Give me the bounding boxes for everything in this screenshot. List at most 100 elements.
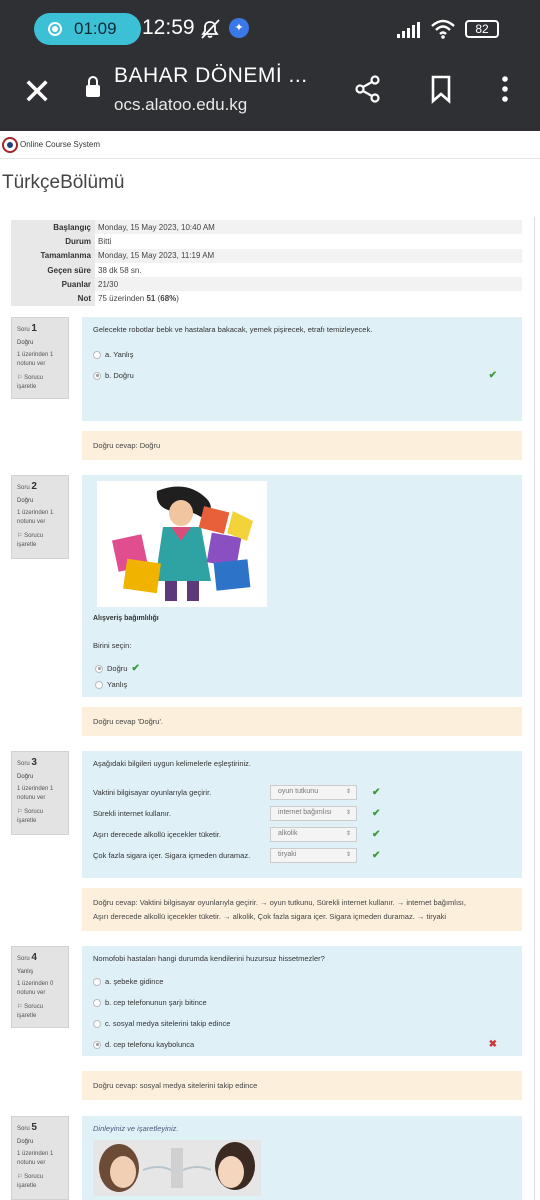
answer-option[interactable]: Yanlış	[95, 680, 127, 689]
summary-label: Puanlar	[11, 277, 95, 292]
flag-question-link[interactable]: ⚐ Sorucu işaretle	[17, 1173, 63, 1191]
match-select[interactable]: tiryaki ⇕	[270, 848, 357, 863]
question-info-3: Soru 3 Doğru 1 üzerinden 1 notunu ver ⚐ …	[11, 751, 69, 835]
flag-question-link[interactable]: ⚐ Sorucu işaretle	[17, 808, 63, 826]
answer-option[interactable]: d. cep telefonu kaybolunca ✖	[93, 1039, 511, 1050]
recording-time: 01:09	[74, 19, 117, 38]
share-icon[interactable]	[353, 74, 383, 104]
question-state: Yanlış	[17, 969, 34, 975]
summary-row: Not 75 üzerinden 51 (68%)	[11, 291, 522, 306]
match-stem: Vaktini bilgisayar oyunlarıyla geçirir.	[93, 788, 212, 797]
question-state: Doğru	[17, 498, 34, 504]
flag-icon: ⚐	[17, 809, 23, 815]
question-box-5: Dinleyiniz ve işaretleyiniz.	[82, 1116, 522, 1200]
mute-icon	[201, 19, 220, 39]
question-info-4: Soru 4 Yanlış 1 üzerinden 0 notunu ver ⚐…	[11, 946, 69, 1028]
flag-question-link[interactable]: ⚐ Sorucu işaretle	[17, 1003, 63, 1021]
summary-value: Bitti	[98, 236, 112, 246]
summary-value: 21/30	[98, 279, 119, 289]
question-info-5: Soru 5 Doğru 1 üzerinden 1 notunu ver ⚐ …	[11, 1116, 69, 1200]
question-box-3: Aşağıdaki bilgileri uygun kelimelerle eş…	[82, 751, 522, 878]
attempt-summary-table: Başlangıç Monday, 15 May 2023, 10:40 AM D…	[11, 220, 522, 306]
lock-icon[interactable]	[86, 76, 100, 98]
summary-value: Monday, 15 May 2023, 10:40 AM	[98, 222, 215, 232]
more-icon[interactable]	[490, 74, 520, 104]
summary-value: 75 üzerinden 51 (68%)	[98, 294, 179, 304]
question-info-1: Soru 1 Doğru 1 üzerinden 1 notunu ver ⚐ …	[11, 317, 69, 399]
shopping-addiction-image	[97, 481, 267, 607]
question-text: Dinleyiniz ve işaretleyiniz.	[93, 1124, 179, 1133]
check-icon: ✔	[372, 808, 381, 819]
listening-image	[93, 1140, 261, 1196]
question-text: Gelecekte robotlar bebk ve hastalara bak…	[93, 325, 373, 334]
battery-icon: 82	[465, 20, 499, 38]
app-badge-icon: ✦	[229, 18, 249, 38]
radio-button[interactable]	[93, 977, 101, 986]
close-icon[interactable]: ✕	[22, 74, 52, 110]
url-host[interactable]: ocs.alatoo.edu.kg	[114, 95, 247, 115]
bookmark-icon[interactable]	[426, 74, 456, 104]
signal-icon	[397, 22, 420, 38]
flag-icon: ⚐	[17, 1174, 23, 1180]
radio-button[interactable]	[93, 1019, 101, 1028]
answer-option[interactable]: a. şebeke gidince	[93, 977, 511, 986]
question-grade: 1 üzerinden 1 notunu ver	[17, 786, 54, 801]
radio-button[interactable]	[95, 680, 103, 689]
question-state: Doğru	[17, 340, 34, 346]
summary-label: Not	[11, 291, 95, 306]
radio-button[interactable]	[95, 664, 103, 673]
match-row: Aşırı derecede alkollü içecekler tüketir…	[93, 824, 511, 845]
match-select[interactable]: alkolik ⇕	[270, 827, 357, 842]
course-title: TürkçeBölümü	[2, 172, 125, 193]
screen-record-indicator[interactable]: 01:09	[34, 13, 141, 45]
flag-icon: ⚐	[17, 1004, 23, 1010]
site-logo[interactable]	[2, 136, 18, 153]
question-box-4: Nomofobi hastaları hangi durumda kendile…	[82, 946, 522, 1056]
summary-row: Tamamlanma Monday, 15 May 2023, 11:19 AM	[11, 248, 522, 263]
radio-button[interactable]	[93, 1040, 101, 1049]
summary-row: Puanlar 21/30	[11, 277, 522, 292]
correct-answer-feedback-1: Doğru cevap: Doğru	[82, 431, 522, 460]
wifi-icon	[431, 19, 455, 39]
answer-option[interactable]: c. sosyal medya sitelerini takip edince	[93, 1019, 511, 1028]
page-content: Online Course System TürkçeBölümü Başlan…	[0, 131, 540, 1200]
summary-row: Durum Bitti	[11, 234, 522, 249]
summary-value: Monday, 15 May 2023, 11:19 AM	[98, 251, 215, 261]
summary-label: Başlangıç	[11, 220, 95, 235]
flag-question-link[interactable]: ⚐ Sorucu işaretle	[17, 532, 63, 550]
record-icon	[48, 22, 62, 36]
summary-value: 38 dk 58 sn.	[98, 265, 142, 275]
flag-icon: ⚐	[17, 375, 23, 381]
match-row: Çok fazla sigara içer. Sigara içmeden du…	[93, 845, 511, 866]
radio-button[interactable]	[93, 350, 101, 359]
answer-option[interactable]: b. Doğru ✔	[93, 370, 511, 381]
match-select[interactable]: internet bağımlısı ⇕	[270, 806, 357, 821]
match-select[interactable]: oyun tutkunu ⇕	[270, 785, 357, 800]
answer-option[interactable]: Doğru ✔	[95, 663, 140, 674]
match-stem: Sürekli internet kullanır.	[93, 809, 171, 818]
choose-prompt: Birini seçin:	[93, 641, 132, 650]
image-caption: Alışveriş bağımlılığı	[93, 615, 159, 622]
browser-toolbar: ✕ BAHAR DÖNEMİ ... ocs.alatoo.edu.kg	[0, 60, 540, 131]
page-title[interactable]: BAHAR DÖNEMİ ...	[114, 64, 308, 88]
clock: 12:59	[142, 16, 195, 39]
match-stem: Çok fazla sigara içer. Sigara içmeden du…	[93, 851, 251, 860]
question-grade: 1 üzerinden 0 notunu ver	[17, 981, 54, 996]
radio-button[interactable]	[93, 371, 101, 380]
flag-icon: ⚐	[17, 533, 23, 539]
radio-button[interactable]	[93, 998, 101, 1007]
summary-label: Tamamlanma	[11, 248, 95, 263]
question-box-2: Alışveriş bağımlılığı Birini seçin: Doğr…	[82, 475, 522, 697]
correct-answer-feedback-2: Doğru cevap 'Doğru'.	[82, 707, 522, 736]
summary-label: Durum	[11, 234, 95, 249]
check-icon: ✔	[372, 787, 381, 798]
site-header: Online Course System	[0, 131, 540, 159]
site-name[interactable]: Online Course System	[20, 140, 100, 149]
answer-option[interactable]: b. cep telefonunun şarjı bitince	[93, 998, 511, 1007]
question-state: Doğru	[17, 1139, 34, 1145]
answer-option[interactable]: a. Yanlış	[93, 350, 511, 359]
quiz-review: Başlangıç Monday, 15 May 2023, 10:40 AM D…	[0, 217, 535, 1200]
flag-question-link[interactable]: ⚐ Sorucu işaretle	[17, 374, 63, 392]
match-row: Vaktini bilgisayar oyunlarıyla geçirir. o…	[93, 782, 511, 803]
check-icon: ✔	[488, 370, 497, 381]
